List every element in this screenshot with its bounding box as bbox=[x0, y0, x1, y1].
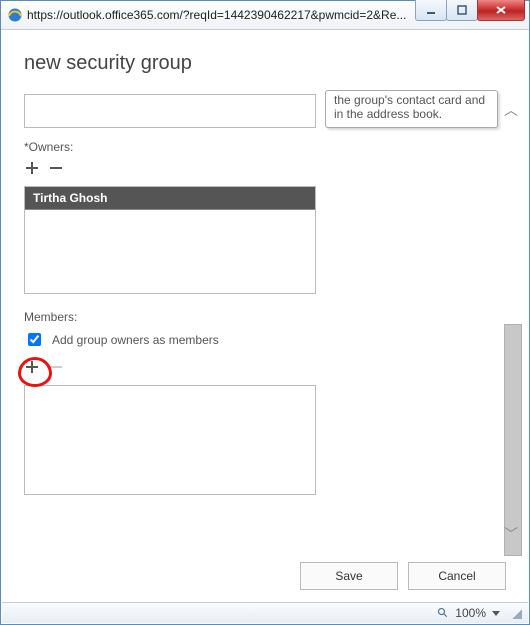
add-owners-as-members-row[interactable]: Add group owners as members bbox=[24, 330, 488, 349]
save-button[interactable]: Save bbox=[300, 562, 398, 590]
zoom-level: 100% bbox=[455, 606, 486, 620]
dialog-buttons: Save Cancel bbox=[300, 562, 506, 590]
cancel-button[interactable]: Cancel bbox=[408, 562, 506, 590]
scroll-indicator: ︿ ﹀ bbox=[502, 100, 522, 544]
add-owners-as-members-label: Add group owners as members bbox=[52, 333, 219, 347]
minimize-button[interactable] bbox=[415, 0, 447, 21]
add-member-button[interactable] bbox=[24, 357, 40, 379]
zoom-icon[interactable] bbox=[437, 607, 449, 619]
maximize-button[interactable] bbox=[446, 0, 478, 21]
owners-controls bbox=[24, 158, 488, 180]
members-listbox[interactable] bbox=[24, 385, 316, 495]
minus-icon bbox=[48, 359, 64, 375]
browser-window: https://outlook.office365.com/?reqId=144… bbox=[0, 0, 530, 625]
alias-input[interactable] bbox=[24, 94, 316, 128]
ie-icon bbox=[7, 7, 23, 23]
close-icon bbox=[495, 5, 507, 15]
resize-grip[interactable] bbox=[510, 607, 522, 619]
owners-label: *Owners: bbox=[24, 140, 488, 154]
members-label: Members: bbox=[24, 310, 488, 324]
remove-owner-button[interactable] bbox=[48, 158, 64, 180]
statusbar: 100% bbox=[2, 602, 528, 623]
plus-icon bbox=[24, 160, 40, 176]
titlebar: https://outlook.office365.com/?reqId=144… bbox=[1, 1, 529, 30]
page-title: new security group bbox=[2, 30, 528, 87]
form-body: the group's contact card and in the addr… bbox=[24, 94, 488, 552]
remove-member-button bbox=[48, 357, 64, 379]
list-item[interactable]: Tirtha Ghosh bbox=[25, 187, 315, 210]
add-owner-button[interactable] bbox=[24, 158, 40, 180]
add-owners-as-members-checkbox[interactable] bbox=[28, 333, 41, 346]
zoom-dropdown[interactable] bbox=[492, 611, 500, 616]
chevron-up-icon[interactable]: ︿ bbox=[502, 100, 520, 120]
close-button[interactable] bbox=[477, 0, 525, 21]
chevron-down-icon[interactable]: ﹀ bbox=[502, 524, 520, 544]
minus-icon bbox=[48, 160, 64, 176]
window-controls bbox=[416, 0, 525, 20]
owners-listbox[interactable]: Tirtha Ghosh bbox=[24, 186, 316, 294]
members-controls bbox=[24, 357, 488, 379]
maximize-icon bbox=[457, 5, 467, 15]
plus-icon bbox=[24, 359, 40, 375]
minimize-icon bbox=[426, 5, 436, 15]
help-tooltip: the group's contact card and in the addr… bbox=[325, 90, 498, 128]
dialog-content: new security group the group's contact c… bbox=[2, 30, 528, 602]
scrollbar-thumb[interactable] bbox=[504, 324, 522, 556]
